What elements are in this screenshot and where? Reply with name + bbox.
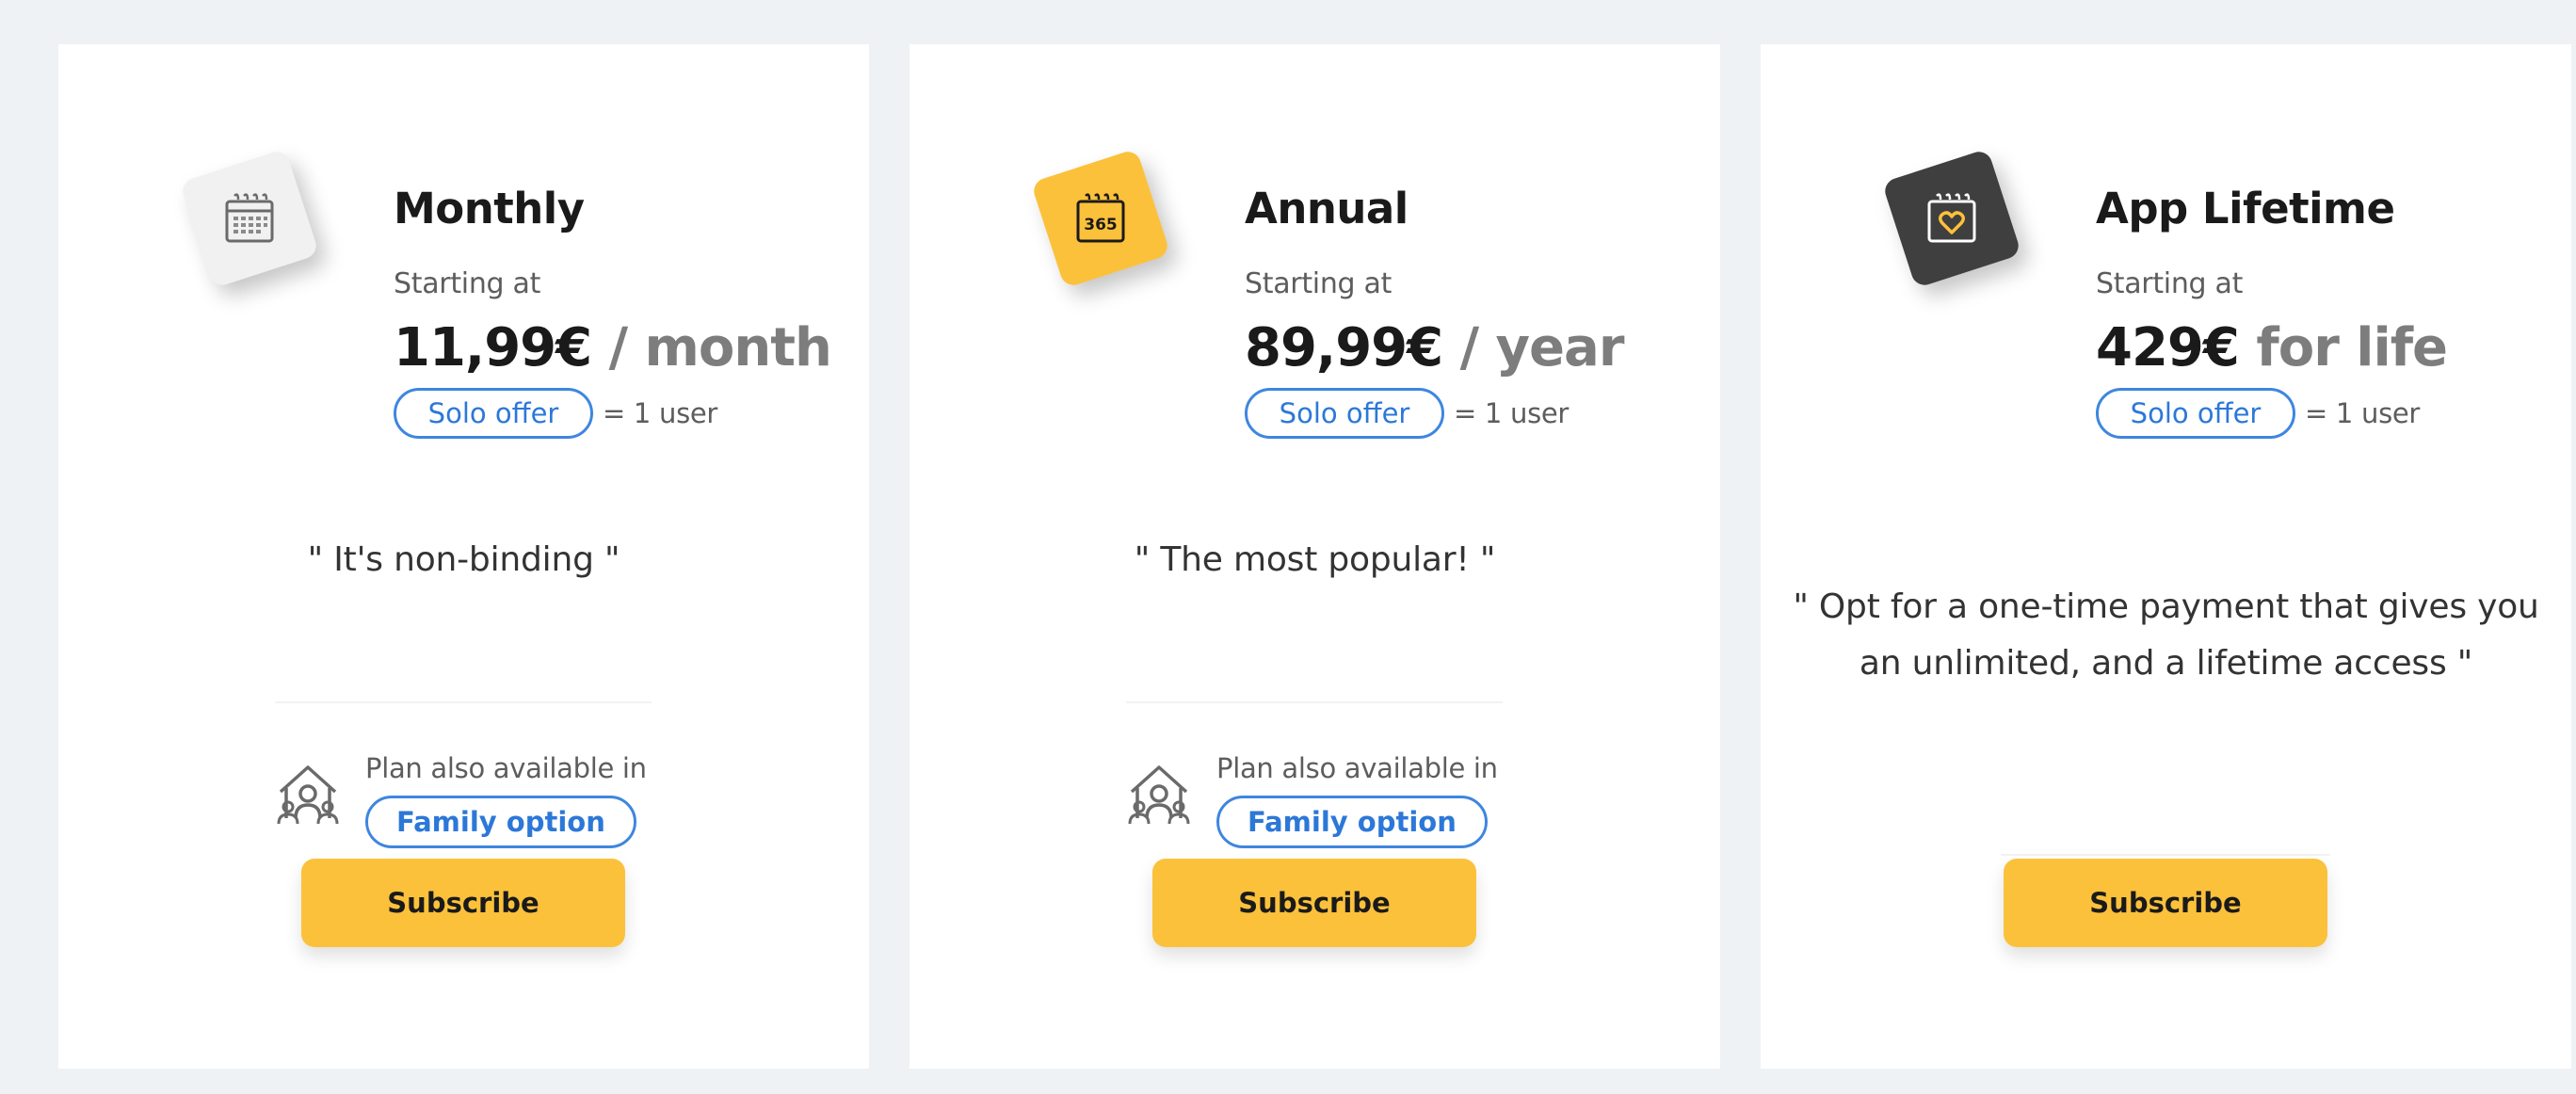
divider (1126, 701, 1503, 703)
subscribe-button[interactable]: Subscribe (1152, 859, 1476, 947)
calendar-365-icon: 365 (1030, 148, 1171, 289)
plan-title: Annual (1245, 184, 1409, 233)
solo-offer-badge: Solo offer (1245, 388, 1444, 439)
starting-at-label: Starting at (394, 267, 541, 300)
family-option-block: Plan also available in Family option (275, 752, 708, 856)
family-house-icon (1128, 765, 1190, 825)
family-availability-text: Plan also available in (365, 752, 647, 784)
divider (2001, 854, 2330, 856)
subscribe-button[interactable]: Subscribe (2004, 859, 2327, 947)
plan-quote: " Opt for a one-time payment that gives … (1793, 587, 2539, 683)
family-availability-text: Plan also available in (1216, 752, 1498, 784)
calendar-icon (179, 148, 320, 289)
solo-offer-badge: Solo offer (394, 388, 593, 439)
plan-quote: " The most popular! " (1134, 540, 1496, 579)
offer-row: Solo offer = 1 user (1245, 387, 1569, 440)
plan-period: for life (2238, 317, 2448, 378)
calendar-icon-text: 365 (1084, 216, 1118, 234)
family-option-block: Plan also available in Family option (1126, 752, 1559, 856)
plan-price: 89,99€ (1245, 317, 1443, 378)
plan-card-annual: 365 Annual Starting at 89,99€ / year Sol… (910, 44, 1720, 1069)
subscribe-button[interactable]: Subscribe (301, 859, 625, 947)
plan-period: / month (591, 317, 832, 378)
plan-card-lifetime: App Lifetime Starting at 429€ for life S… (1761, 44, 2571, 1069)
plan-quote: " It's non-binding " (307, 540, 620, 579)
plan-title: App Lifetime (2096, 184, 2395, 233)
plan-price: 429€ (2096, 317, 2240, 378)
starting-at-label: Starting at (2096, 267, 2244, 300)
plan-price: 11,99€ (394, 317, 592, 378)
price-line: 429€ for life (2096, 317, 2448, 378)
users-count-label: = 1 user (1454, 397, 1570, 429)
users-count-label: = 1 user (603, 397, 718, 429)
starting-at-label: Starting at (1245, 267, 1393, 300)
family-option-link[interactable]: Family option (365, 796, 636, 848)
pricing-page: Monthly Starting at 11,99€ / month Solo … (0, 0, 2576, 1094)
family-option-link[interactable]: Family option (1216, 796, 1488, 848)
offer-row: Solo offer = 1 user (2096, 387, 2420, 440)
price-line: 11,99€ / month (394, 317, 832, 378)
solo-offer-badge: Solo offer (2096, 388, 2295, 439)
calendar-heart-icon (1881, 148, 2022, 289)
price-line: 89,99€ / year (1245, 317, 1625, 378)
offer-row: Solo offer = 1 user (394, 387, 717, 440)
divider (275, 701, 652, 703)
plan-period: / year (1442, 317, 1625, 378)
users-count-label: = 1 user (2305, 397, 2421, 429)
plan-card-monthly: Monthly Starting at 11,99€ / month Solo … (58, 44, 869, 1069)
family-house-icon (277, 765, 339, 825)
plan-title: Monthly (394, 184, 585, 233)
